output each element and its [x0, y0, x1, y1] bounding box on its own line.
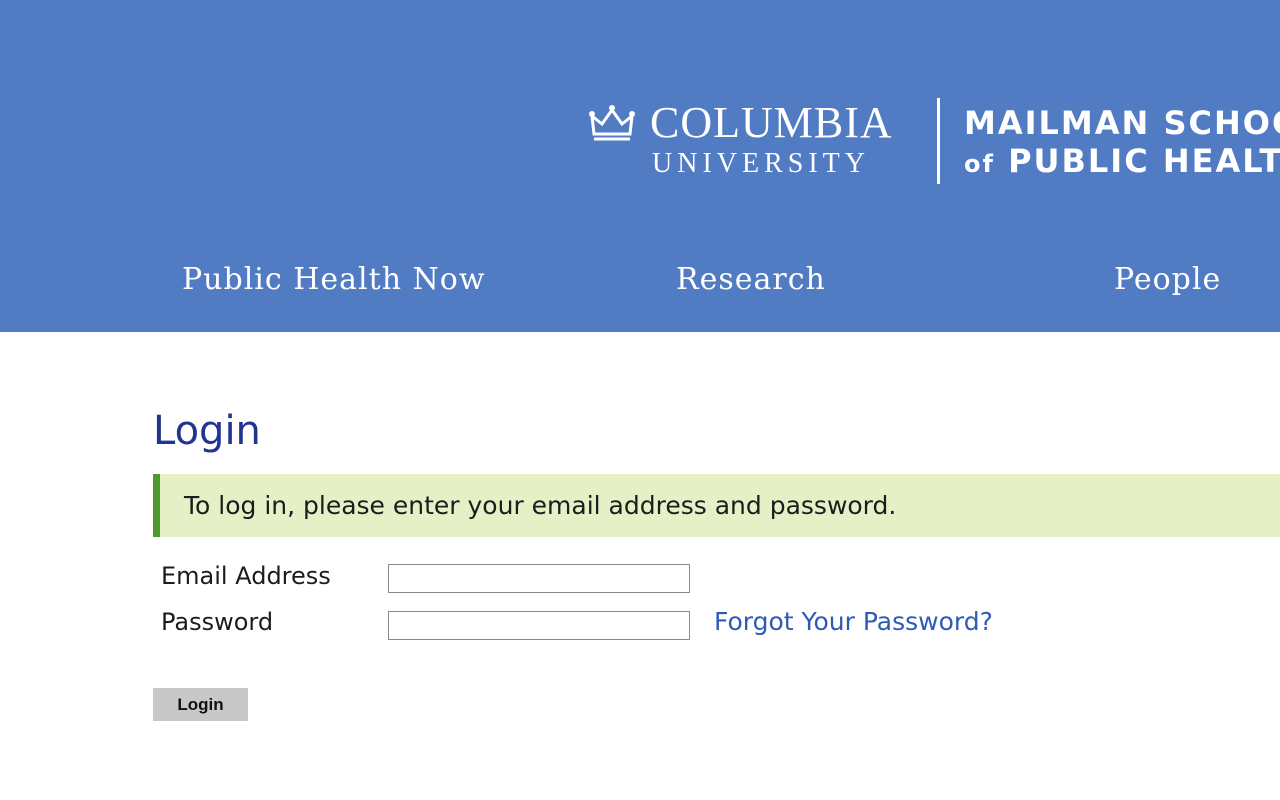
email-label: Email Address [161, 562, 331, 590]
page-title: Login [153, 408, 261, 454]
email-field[interactable] [388, 564, 690, 593]
nav-public-health-now[interactable]: Public Health Now [182, 262, 486, 297]
login-instructions-notice: To log in, please enter your email addre… [153, 474, 1280, 537]
logo-university-text: UNIVERSITY [652, 148, 870, 179]
crown-icon [589, 105, 635, 141]
nav-people[interactable]: People [1114, 262, 1221, 297]
login-button[interactable]: Login [153, 688, 248, 721]
password-label: Password [161, 608, 274, 636]
nav-research[interactable]: Research [676, 262, 826, 297]
logo-of-text: of [964, 150, 995, 178]
password-field[interactable] [388, 611, 690, 640]
notice-text: To log in, please enter your email addre… [184, 491, 897, 520]
logo-columbia-text: COLUMBIA [650, 98, 893, 147]
logo-mailman-school-text: MAILMAN SCHOOL [964, 104, 1280, 142]
columbia-mailman-logo[interactable]: COLUMBIA UNIVERSITY MAILMAN SCHOOL of PU… [588, 96, 1280, 186]
site-header: COLUMBIA UNIVERSITY MAILMAN SCHOOL of PU… [0, 0, 1280, 332]
logo-public-health-line: of PUBLIC HEALTH [964, 142, 1280, 183]
forgot-password-link[interactable]: Forgot Your Password? [714, 607, 993, 636]
logo-divider [937, 98, 940, 184]
logo-public-health-text: PUBLIC HEALTH [1008, 142, 1280, 180]
